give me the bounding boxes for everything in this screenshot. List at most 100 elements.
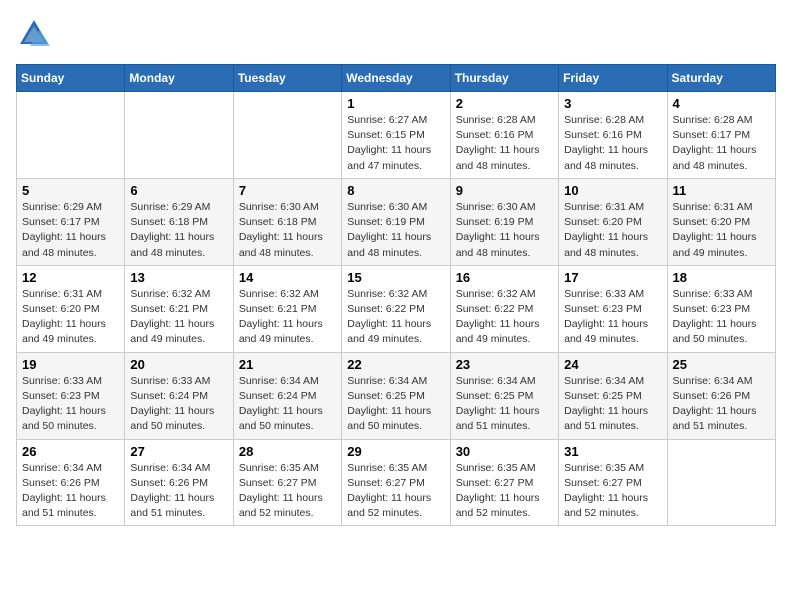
day-info: Sunrise: 6:34 AM Sunset: 6:25 PM Dayligh…: [456, 374, 553, 435]
calendar-cell: 1 Sunrise: 6:27 AM Sunset: 6:15 PM Daylig…: [342, 92, 450, 179]
day-info: Sunrise: 6:34 AM Sunset: 6:26 PM Dayligh…: [673, 374, 770, 435]
logo: [16, 16, 56, 52]
weekday-header-row: SundayMondayTuesdayWednesdayThursdayFrid…: [17, 65, 776, 92]
day-number: 10: [564, 183, 661, 198]
day-info: Sunrise: 6:32 AM Sunset: 6:22 PM Dayligh…: [347, 287, 444, 348]
day-info: Sunrise: 6:35 AM Sunset: 6:27 PM Dayligh…: [456, 461, 553, 522]
calendar-cell: 16 Sunrise: 6:32 AM Sunset: 6:22 PM Dayli…: [450, 265, 558, 352]
day-number: 12: [22, 270, 119, 285]
day-number: 1: [347, 96, 444, 111]
day-number: 13: [130, 270, 227, 285]
calendar-cell: 25 Sunrise: 6:34 AM Sunset: 6:26 PM Dayli…: [667, 352, 775, 439]
day-info: Sunrise: 6:34 AM Sunset: 6:26 PM Dayligh…: [22, 461, 119, 522]
day-info: Sunrise: 6:33 AM Sunset: 6:23 PM Dayligh…: [673, 287, 770, 348]
calendar-cell: 31 Sunrise: 6:35 AM Sunset: 6:27 PM Dayli…: [559, 439, 667, 526]
day-number: 9: [456, 183, 553, 198]
calendar-cell: 12 Sunrise: 6:31 AM Sunset: 6:20 PM Dayli…: [17, 265, 125, 352]
calendar-cell: 27 Sunrise: 6:34 AM Sunset: 6:26 PM Dayli…: [125, 439, 233, 526]
calendar-cell: 21Sunrise: 6:34 AM Sunset: 6:24 PM Dayli…: [233, 352, 341, 439]
day-number: 30: [456, 444, 553, 459]
day-number: 22: [347, 357, 444, 372]
weekday-header-wednesday: Wednesday: [342, 65, 450, 92]
day-info: Sunrise: 6:33 AM Sunset: 6:23 PM Dayligh…: [564, 287, 661, 348]
calendar-week-row: 5 Sunrise: 6:29 AM Sunset: 6:17 PM Daylig…: [17, 178, 776, 265]
calendar-cell: 10 Sunrise: 6:31 AM Sunset: 6:20 PM Dayli…: [559, 178, 667, 265]
day-info: Sunrise: 6:33 AM Sunset: 6:24 PM Dayligh…: [130, 374, 227, 435]
day-info: Sunrise: 6:31 AM Sunset: 6:20 PM Dayligh…: [564, 200, 661, 261]
day-info: Sunrise: 6:35 AM Sunset: 6:27 PM Dayligh…: [239, 461, 336, 522]
calendar-cell: [17, 92, 125, 179]
day-info: Sunrise: 6:30 AM Sunset: 6:19 PM Dayligh…: [347, 200, 444, 261]
day-number: 23: [456, 357, 553, 372]
day-number: 16: [456, 270, 553, 285]
day-info: Sunrise: 6:28 AM Sunset: 6:17 PM Dayligh…: [673, 113, 770, 174]
calendar-cell: [125, 92, 233, 179]
day-info: Sunrise: 6:31 AM Sunset: 6:20 PM Dayligh…: [22, 287, 119, 348]
calendar-cell: 14Sunrise: 6:32 AM Sunset: 6:21 PM Dayli…: [233, 265, 341, 352]
calendar-cell: [667, 439, 775, 526]
day-info: Sunrise: 6:29 AM Sunset: 6:17 PM Dayligh…: [22, 200, 119, 261]
day-number: 3: [564, 96, 661, 111]
calendar-cell: 28 Sunrise: 6:35 AM Sunset: 6:27 PM Dayli…: [233, 439, 341, 526]
calendar-week-row: 19Sunrise: 6:33 AM Sunset: 6:23 PM Dayli…: [17, 352, 776, 439]
calendar-cell: 5 Sunrise: 6:29 AM Sunset: 6:17 PM Daylig…: [17, 178, 125, 265]
calendar-cell: 18Sunrise: 6:33 AM Sunset: 6:23 PM Dayli…: [667, 265, 775, 352]
weekday-header-thursday: Thursday: [450, 65, 558, 92]
calendar-cell: 17 Sunrise: 6:33 AM Sunset: 6:23 PM Dayli…: [559, 265, 667, 352]
page-header: [16, 16, 776, 52]
day-info: Sunrise: 6:34 AM Sunset: 6:26 PM Dayligh…: [130, 461, 227, 522]
day-number: 26: [22, 444, 119, 459]
day-info: Sunrise: 6:35 AM Sunset: 6:27 PM Dayligh…: [564, 461, 661, 522]
calendar-cell: 30 Sunrise: 6:35 AM Sunset: 6:27 PM Dayli…: [450, 439, 558, 526]
day-info: Sunrise: 6:30 AM Sunset: 6:19 PM Dayligh…: [456, 200, 553, 261]
day-number: 5: [22, 183, 119, 198]
day-number: 24: [564, 357, 661, 372]
calendar-cell: 15 Sunrise: 6:32 AM Sunset: 6:22 PM Dayli…: [342, 265, 450, 352]
day-number: 6: [130, 183, 227, 198]
day-number: 27: [130, 444, 227, 459]
day-info: Sunrise: 6:35 AM Sunset: 6:27 PM Dayligh…: [347, 461, 444, 522]
day-info: Sunrise: 6:32 AM Sunset: 6:22 PM Dayligh…: [456, 287, 553, 348]
day-info: Sunrise: 6:27 AM Sunset: 6:15 PM Dayligh…: [347, 113, 444, 174]
calendar-cell: [233, 92, 341, 179]
weekday-header-friday: Friday: [559, 65, 667, 92]
day-number: 20: [130, 357, 227, 372]
calendar-table: SundayMondayTuesdayWednesdayThursdayFrid…: [16, 64, 776, 526]
day-info: Sunrise: 6:30 AM Sunset: 6:18 PM Dayligh…: [239, 200, 336, 261]
day-number: 11: [673, 183, 770, 198]
calendar-week-row: 12 Sunrise: 6:31 AM Sunset: 6:20 PM Dayli…: [17, 265, 776, 352]
calendar-cell: 7 Sunrise: 6:30 AM Sunset: 6:18 PM Daylig…: [233, 178, 341, 265]
day-number: 28: [239, 444, 336, 459]
day-number: 29: [347, 444, 444, 459]
calendar-week-row: 1 Sunrise: 6:27 AM Sunset: 6:15 PM Daylig…: [17, 92, 776, 179]
day-number: 31: [564, 444, 661, 459]
calendar-cell: 22 Sunrise: 6:34 AM Sunset: 6:25 PM Dayli…: [342, 352, 450, 439]
day-info: Sunrise: 6:31 AM Sunset: 6:20 PM Dayligh…: [673, 200, 770, 261]
day-number: 4: [673, 96, 770, 111]
calendar-cell: 3 Sunrise: 6:28 AM Sunset: 6:16 PM Daylig…: [559, 92, 667, 179]
calendar-week-row: 26 Sunrise: 6:34 AM Sunset: 6:26 PM Dayli…: [17, 439, 776, 526]
calendar-cell: 6 Sunrise: 6:29 AM Sunset: 6:18 PM Daylig…: [125, 178, 233, 265]
day-number: 14: [239, 270, 336, 285]
calendar-cell: 2Sunrise: 6:28 AM Sunset: 6:16 PM Daylig…: [450, 92, 558, 179]
weekday-header-sunday: Sunday: [17, 65, 125, 92]
day-info: Sunrise: 6:29 AM Sunset: 6:18 PM Dayligh…: [130, 200, 227, 261]
day-info: Sunrise: 6:34 AM Sunset: 6:24 PM Dayligh…: [239, 374, 336, 435]
calendar-cell: 24 Sunrise: 6:34 AM Sunset: 6:25 PM Dayli…: [559, 352, 667, 439]
calendar-cell: 20 Sunrise: 6:33 AM Sunset: 6:24 PM Dayli…: [125, 352, 233, 439]
calendar-cell: 26 Sunrise: 6:34 AM Sunset: 6:26 PM Dayli…: [17, 439, 125, 526]
calendar-cell: 11 Sunrise: 6:31 AM Sunset: 6:20 PM Dayli…: [667, 178, 775, 265]
day-info: Sunrise: 6:32 AM Sunset: 6:21 PM Dayligh…: [130, 287, 227, 348]
day-number: 17: [564, 270, 661, 285]
calendar-cell: 8 Sunrise: 6:30 AM Sunset: 6:19 PM Daylig…: [342, 178, 450, 265]
day-number: 19: [22, 357, 119, 372]
day-info: Sunrise: 6:34 AM Sunset: 6:25 PM Dayligh…: [347, 374, 444, 435]
day-number: 8: [347, 183, 444, 198]
day-number: 15: [347, 270, 444, 285]
day-number: 7: [239, 183, 336, 198]
weekday-header-monday: Monday: [125, 65, 233, 92]
day-number: 2: [456, 96, 553, 111]
day-number: 25: [673, 357, 770, 372]
day-info: Sunrise: 6:28 AM Sunset: 6:16 PM Dayligh…: [564, 113, 661, 174]
day-info: Sunrise: 6:34 AM Sunset: 6:25 PM Dayligh…: [564, 374, 661, 435]
